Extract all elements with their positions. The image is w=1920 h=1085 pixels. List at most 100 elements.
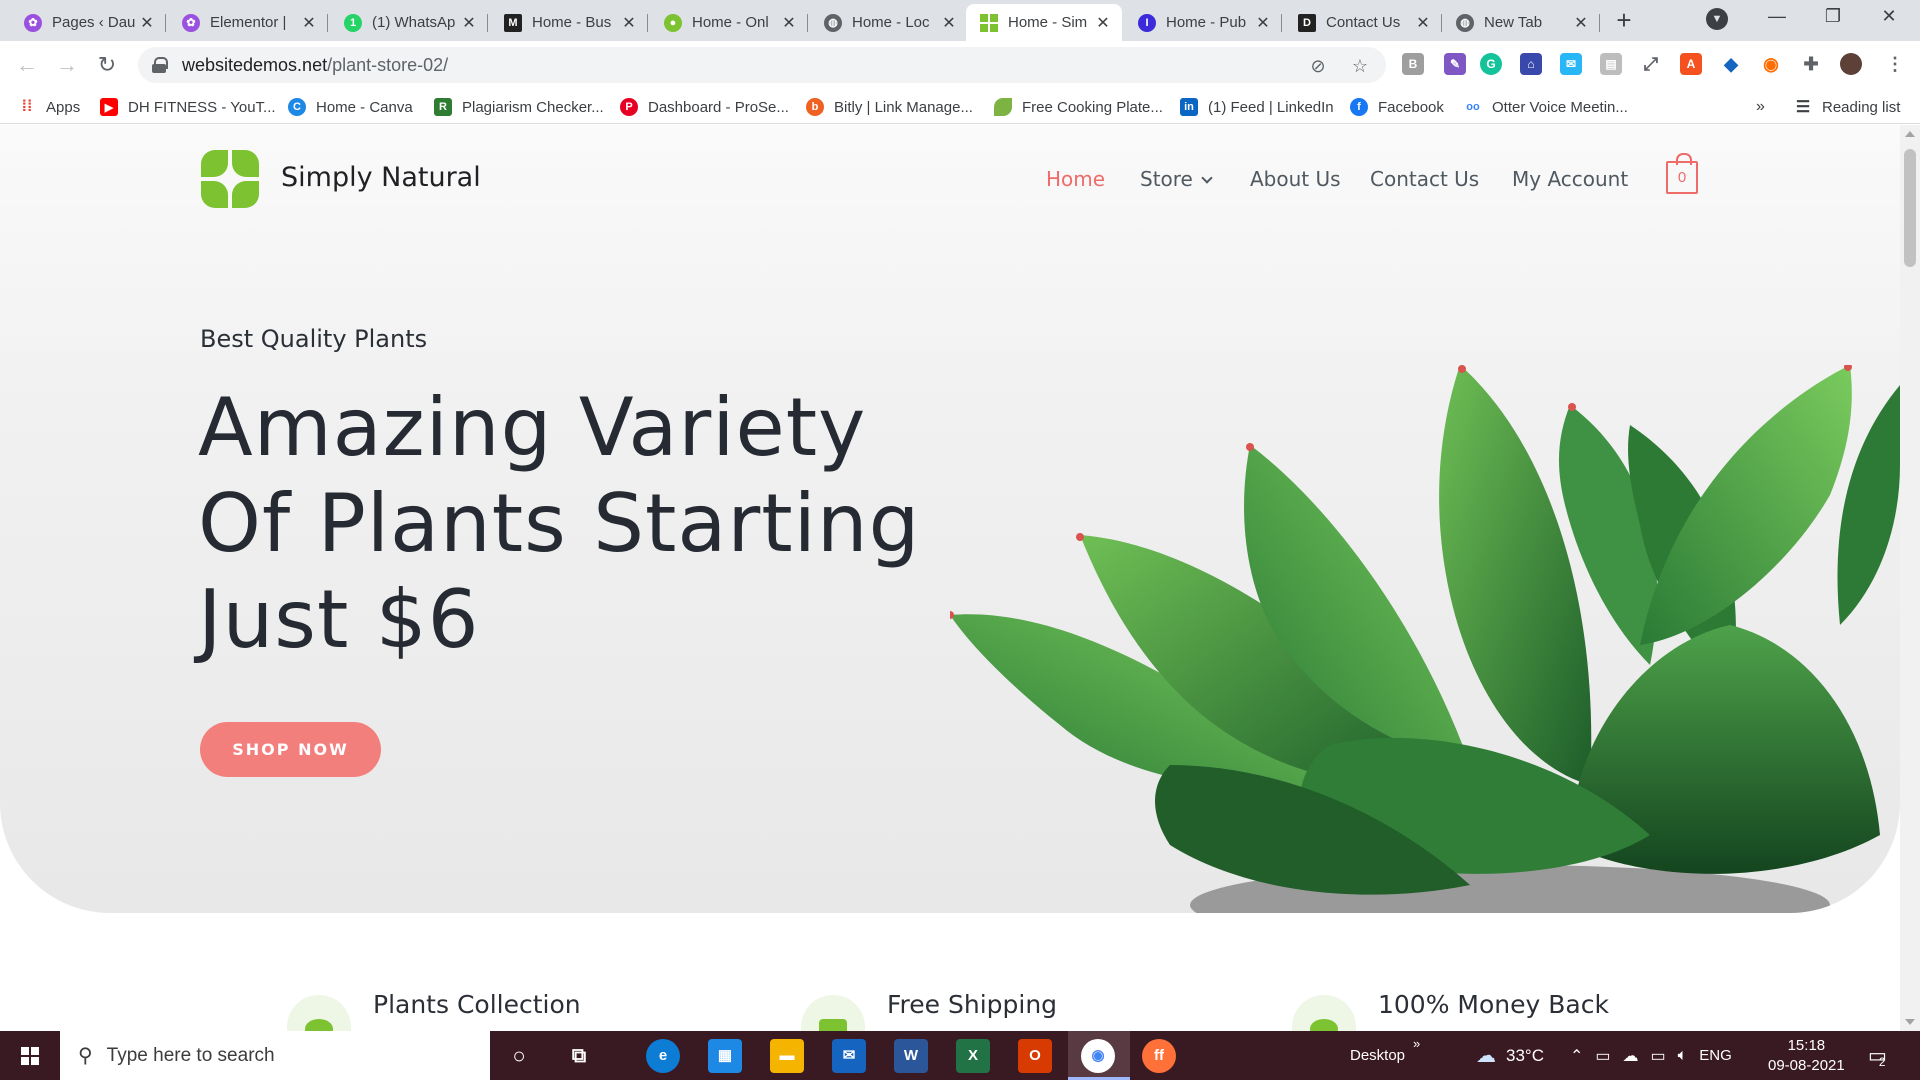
back-arrow-icon[interactable]: ← bbox=[12, 50, 42, 80]
bookmark-item[interactable]: Free Cooking Plate... bbox=[994, 97, 1163, 117]
excel-icon[interactable]: X bbox=[956, 1039, 990, 1073]
nav-home[interactable]: Home bbox=[1046, 167, 1105, 191]
windows-start-button[interactable] bbox=[0, 1031, 60, 1080]
mail-icon[interactable]: ✉ bbox=[832, 1039, 866, 1073]
eye-off-icon[interactable]: ⊘ bbox=[1308, 56, 1328, 76]
close-tab-icon[interactable]: ✕ bbox=[1254, 13, 1272, 33]
reload-icon[interactable]: ↻ bbox=[92, 50, 122, 80]
cloud-icon: ☁ bbox=[1476, 1045, 1496, 1067]
extension-icon[interactable]: ✉ bbox=[1560, 53, 1582, 75]
hero-section: Simply Natural Home Store About Us Conta… bbox=[0, 125, 1900, 913]
bookmark-item[interactable]: ▶ DH FITNESS - YouT... bbox=[100, 97, 276, 117]
browser-tab[interactable]: D Contact Us ✕ bbox=[1284, 4, 1442, 41]
weather-widget[interactable]: ☁ 33°C bbox=[1476, 1031, 1544, 1080]
tab-search-icon[interactable]: ▼ bbox=[1706, 8, 1728, 30]
menu-kebab-icon[interactable]: ⋮ bbox=[1884, 53, 1906, 75]
office-icon[interactable]: O bbox=[1018, 1039, 1052, 1073]
favicon-icon: ● bbox=[664, 13, 682, 32]
nav-store[interactable]: Store bbox=[1140, 167, 1213, 191]
site-brand-name[interactable]: Simply Natural bbox=[281, 162, 481, 193]
file-explorer-icon[interactable]: ▬ bbox=[770, 1039, 804, 1073]
scrollbar-thumb[interactable] bbox=[1904, 149, 1916, 267]
language-indicator[interactable]: ENG bbox=[1699, 1047, 1732, 1064]
word-icon[interactable]: W bbox=[894, 1039, 928, 1073]
bookmark-item[interactable]: R Plagiarism Checker... bbox=[434, 97, 604, 117]
puzzle-icon[interactable]: ✚ bbox=[1800, 53, 1822, 75]
tab-title: Home - Loc bbox=[852, 14, 930, 31]
extension-icon[interactable]: ✎ bbox=[1444, 53, 1466, 75]
desktop-toolbar[interactable]: Desktop » bbox=[1350, 1031, 1420, 1080]
pinterest-icon: P bbox=[620, 98, 638, 116]
browser-tab[interactable]: I Home - Pub ✕ bbox=[1124, 4, 1282, 41]
bookmark-apps[interactable]: ⁞⁞ Apps bbox=[18, 97, 81, 117]
taskbar-search-box[interactable]: ⚲ Type here to search bbox=[60, 1031, 490, 1080]
cortana-icon[interactable]: ○ bbox=[502, 1039, 536, 1073]
address-bar[interactable]: websitedemos.net/plant-store-02/ ⊘ ☆ bbox=[138, 47, 1386, 83]
bookmark-star-icon[interactable]: ☆ bbox=[1350, 56, 1370, 76]
extension-icon[interactable]: ◉ bbox=[1760, 53, 1782, 75]
forward-arrow-icon[interactable]: → bbox=[52, 50, 82, 80]
task-view-icon[interactable]: ⧉ bbox=[562, 1039, 596, 1073]
grammarly-icon[interactable]: G bbox=[1480, 53, 1502, 75]
close-window-button[interactable]: ✕ bbox=[1874, 6, 1904, 34]
extension-icon[interactable]: A bbox=[1680, 53, 1702, 75]
nav-my-account[interactable]: My Account bbox=[1512, 167, 1628, 191]
close-tab-icon[interactable]: ✕ bbox=[620, 13, 638, 33]
battery-icon[interactable]: ▭ bbox=[1651, 1046, 1666, 1066]
scroll-up-icon[interactable] bbox=[1905, 131, 1915, 137]
nav-contact-us[interactable]: Contact Us bbox=[1370, 167, 1479, 191]
cart-icon[interactable]: 0 bbox=[1666, 153, 1698, 194]
page-scrollbar[interactable] bbox=[1900, 125, 1920, 1031]
close-tab-icon[interactable]: ✕ bbox=[780, 13, 798, 33]
expand-icon[interactable]: ⤢ bbox=[1640, 53, 1662, 75]
bookmark-item[interactable]: oo Otter Voice Meetin... bbox=[1464, 97, 1628, 117]
clock[interactable]: 15:18 09-08-2021 bbox=[1768, 1031, 1845, 1080]
scroll-down-icon[interactable] bbox=[1905, 1019, 1915, 1025]
edge-icon[interactable]: e bbox=[646, 1039, 680, 1073]
extension-icon[interactable]: ◆ bbox=[1720, 53, 1742, 75]
chrome-icon[interactable]: ◉ bbox=[1081, 1039, 1115, 1073]
close-tab-icon[interactable]: ✕ bbox=[1094, 13, 1112, 33]
profile-avatar[interactable] bbox=[1840, 53, 1862, 75]
onedrive-icon[interactable]: ☁ bbox=[1623, 1046, 1639, 1066]
close-tab-icon[interactable]: ✕ bbox=[1572, 13, 1590, 33]
store-icon[interactable]: ▦ bbox=[708, 1039, 742, 1073]
browser-tab[interactable]: 1 (1) WhatsAp ✕ bbox=[330, 4, 488, 41]
meet-now-icon[interactable]: ▭ bbox=[1595, 1046, 1610, 1066]
browser-tab[interactable]: M Home - Bus ✕ bbox=[490, 4, 648, 41]
notifications-icon[interactable]: ▭ 2 bbox=[1868, 1031, 1894, 1080]
browser-tab[interactable]: ◍ New Tab ✕ bbox=[1442, 4, 1600, 41]
bookmark-item[interactable]: f Facebook bbox=[1350, 97, 1444, 117]
restore-button[interactable]: ❐ bbox=[1818, 6, 1848, 34]
tray-icons[interactable]: ⌃ ▭ ☁ ▭ 🔈︎ ENG bbox=[1570, 1031, 1732, 1080]
browser-tab[interactable]: ✿ Pages ‹ Dau ✕ bbox=[10, 4, 166, 41]
nav-about-us[interactable]: About Us bbox=[1250, 167, 1341, 191]
extension-icon[interactable]: ▤ bbox=[1600, 53, 1622, 75]
bookmark-item[interactable]: b Bitly | Link Manage... bbox=[806, 97, 973, 117]
chevron-down-icon bbox=[1201, 172, 1213, 184]
bookmark-item[interactable]: P Dashboard - ProSe... bbox=[620, 97, 789, 117]
close-tab-icon[interactable]: ✕ bbox=[940, 13, 958, 33]
reading-list-button[interactable]: ☰ Reading list bbox=[1794, 97, 1901, 117]
more-bookmarks-icon[interactable]: » bbox=[1756, 97, 1765, 117]
extension-icon[interactable]: ⌂ bbox=[1520, 53, 1542, 75]
chevron-up-icon[interactable]: ⌃ bbox=[1570, 1046, 1583, 1066]
browser-tab[interactable]: ✿ Elementor | ✕ bbox=[168, 4, 328, 41]
bookmark-item[interactable]: C Home - Canva bbox=[288, 97, 413, 117]
extension-icon[interactable]: B bbox=[1402, 53, 1424, 75]
minimize-button[interactable]: — bbox=[1762, 6, 1792, 34]
browser-tab[interactable]: ◍ Home - Loc ✕ bbox=[810, 4, 968, 41]
new-tab-button[interactable]: + bbox=[1611, 7, 1637, 34]
close-tab-icon[interactable]: ✕ bbox=[460, 13, 478, 33]
firefox-icon[interactable]: ff bbox=[1142, 1039, 1176, 1073]
favicon-icon: ✿ bbox=[24, 13, 42, 32]
site-logo-icon[interactable] bbox=[201, 150, 259, 208]
close-tab-icon[interactable]: ✕ bbox=[1414, 13, 1432, 33]
browser-tab[interactable]: ● Home - Onl ✕ bbox=[650, 4, 808, 41]
shop-now-button[interactable]: SHOP NOW bbox=[200, 722, 381, 777]
browser-tab-active[interactable]: Home - Sim ✕ bbox=[966, 4, 1122, 41]
bookmark-item[interactable]: in (1) Feed | LinkedIn bbox=[1180, 97, 1334, 117]
close-tab-icon[interactable]: ✕ bbox=[300, 13, 318, 33]
volume-icon[interactable]: 🔈︎ bbox=[1678, 1047, 1688, 1065]
close-tab-icon[interactable]: ✕ bbox=[138, 13, 156, 33]
